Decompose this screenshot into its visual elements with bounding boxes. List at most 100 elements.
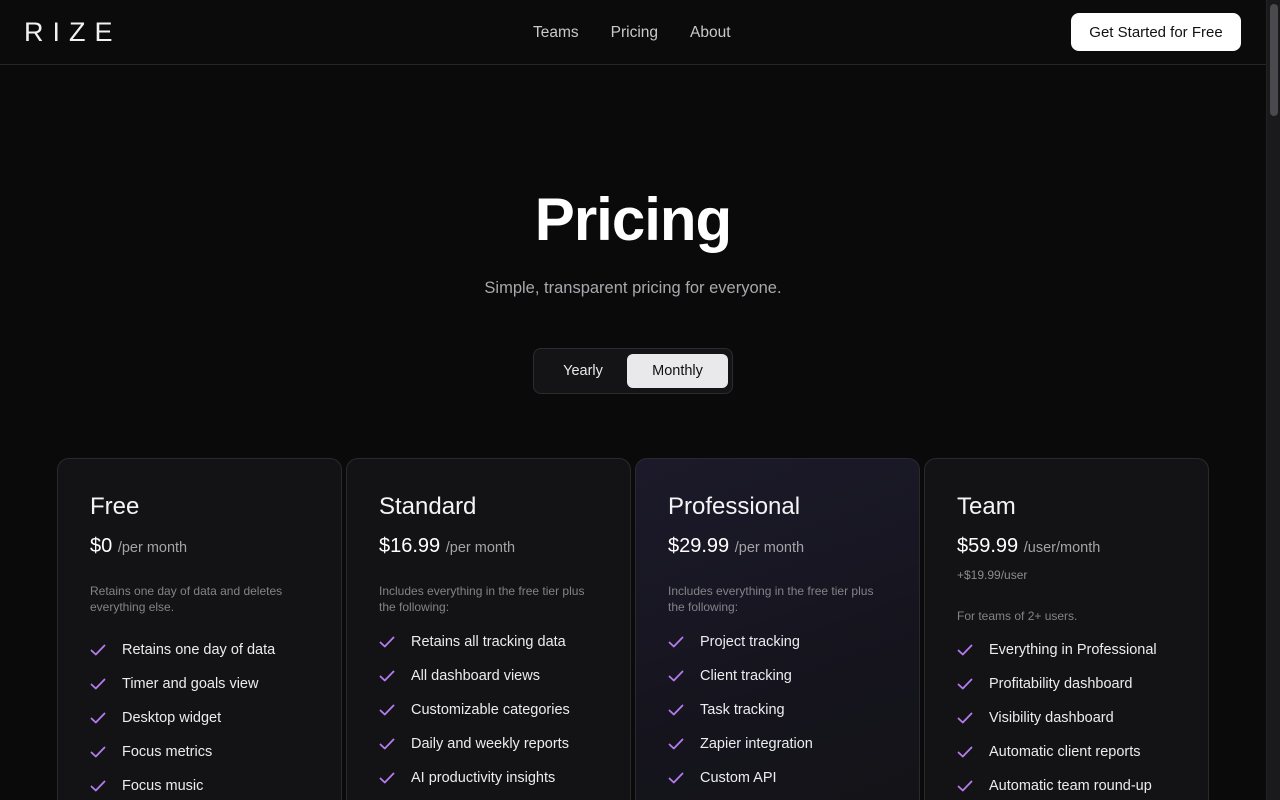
plan-card-team: Team $59.99 /user/month +$19.99/user For te… bbox=[924, 458, 1209, 800]
plan-price: $16.99 /per month bbox=[379, 535, 515, 558]
plan-feature-label: Automatic client reports bbox=[989, 744, 1141, 760]
nav-link-teams[interactable]: Teams bbox=[533, 24, 579, 42]
plan-feature-label: Task tracking bbox=[700, 702, 785, 718]
plan-feature-item: Automatic team round-up bbox=[957, 769, 1157, 800]
check-icon bbox=[90, 746, 122, 758]
plan-feature-item: Visibility dashboard bbox=[957, 701, 1157, 735]
check-icon bbox=[379, 772, 411, 784]
check-icon bbox=[668, 670, 700, 682]
billing-option-monthly[interactable]: Monthly bbox=[627, 354, 728, 388]
plan-feature-item: Focus music bbox=[90, 769, 275, 800]
plan-feature-item: Retains all tracking data bbox=[379, 625, 570, 659]
plan-price: $59.99 /user/month bbox=[957, 535, 1100, 558]
plan-feature-item: All dashboard views bbox=[379, 659, 570, 693]
plan-description: For teams of 2+ users. bbox=[957, 609, 1078, 623]
plan-feature-list: Everything in Professional Profitability … bbox=[957, 633, 1157, 800]
plan-card-professional: Professional $29.99 /per month Includes ev… bbox=[635, 458, 920, 800]
plan-price-amount: $0 bbox=[90, 535, 113, 557]
check-icon bbox=[957, 780, 989, 792]
plan-price-period: /user/month bbox=[1023, 540, 1101, 556]
plan-feature-item: Profitability dashboard bbox=[957, 667, 1157, 701]
nav-link-pricing[interactable]: Pricing bbox=[611, 24, 658, 42]
plan-feature-label: Custom API bbox=[700, 770, 777, 786]
plan-feature-item: Timer and goals view bbox=[90, 667, 275, 701]
top-nav-bar: RIZE Teams Pricing About Get Started for… bbox=[0, 0, 1266, 65]
plan-feature-label: Focus metrics bbox=[122, 744, 213, 760]
plan-extra-user-price: +$19.99/user bbox=[957, 568, 1028, 582]
check-icon bbox=[957, 644, 989, 656]
check-icon bbox=[90, 644, 122, 656]
plan-feature-label: Client tracking bbox=[700, 668, 792, 684]
plan-feature-label: Desktop widget bbox=[122, 710, 222, 726]
plan-feature-label: Zapier integration bbox=[700, 736, 813, 752]
plan-feature-label: AI productivity insights bbox=[411, 770, 556, 786]
plan-feature-item: Task tracking bbox=[668, 693, 813, 727]
plan-card-free: Free $0 /per month Retains one day of data… bbox=[57, 458, 342, 800]
main-nav: Teams Pricing About bbox=[533, 24, 731, 42]
check-icon bbox=[957, 712, 989, 724]
plan-feature-item: Automatic client reports bbox=[957, 735, 1157, 769]
plan-feature-item: Focus metrics bbox=[90, 735, 275, 769]
plan-feature-label: Automatic team round-up bbox=[989, 778, 1152, 794]
page-subtitle: Simple, transparent pricing for everyone… bbox=[484, 279, 782, 297]
plan-feature-list: Retains one day of data Timer and goals v… bbox=[90, 633, 275, 800]
check-icon bbox=[668, 738, 700, 750]
plan-feature-list: Project tracking Client tracking Task trac… bbox=[668, 625, 813, 795]
plan-feature-item: Everything in Professional bbox=[957, 633, 1157, 667]
plan-feature-label: Customizable categories bbox=[411, 702, 570, 718]
check-icon bbox=[90, 678, 122, 690]
plan-feature-label: All dashboard views bbox=[411, 668, 540, 684]
check-icon bbox=[379, 636, 411, 648]
plan-feature-item: AI productivity insights bbox=[379, 761, 570, 795]
check-icon bbox=[957, 678, 989, 690]
check-icon bbox=[90, 712, 122, 724]
plan-feature-label: Daily and weekly reports bbox=[411, 736, 569, 752]
plan-price-period: /per month bbox=[445, 540, 516, 556]
plan-description: Includes everything in the free tier plu… bbox=[379, 584, 585, 614]
rize-logo[interactable]: RIZE bbox=[24, 17, 122, 48]
plan-feature-item: Custom API bbox=[668, 761, 813, 795]
plan-price-amount: $29.99 bbox=[668, 535, 730, 557]
plan-price: $29.99 /per month bbox=[668, 535, 804, 558]
check-icon bbox=[668, 704, 700, 716]
check-icon bbox=[379, 670, 411, 682]
plan-feature-item: Zapier integration bbox=[668, 727, 813, 761]
plan-feature-label: Everything in Professional bbox=[989, 642, 1157, 658]
plan-feature-label: Timer and goals view bbox=[122, 676, 259, 692]
plan-card-standard: Standard $16.99 /per month Includes everyt… bbox=[346, 458, 631, 800]
plan-feature-label: Retains all tracking data bbox=[411, 634, 566, 650]
plan-price: $0 /per month bbox=[90, 535, 187, 558]
plan-feature-label: Retains one day of data bbox=[122, 642, 276, 658]
check-icon bbox=[668, 636, 700, 648]
plan-price-amount: $59.99 bbox=[957, 535, 1019, 557]
vertical-scrollbar[interactable] bbox=[1266, 0, 1280, 800]
plan-price-period: /per month bbox=[734, 540, 805, 556]
page: RIZE Teams Pricing About Get Started for… bbox=[0, 0, 1266, 800]
plan-description: Retains one day of data and deletes ever… bbox=[90, 584, 283, 614]
plan-feature-label: Profitability dashboard bbox=[989, 676, 1133, 692]
plan-price-period: /per month bbox=[117, 540, 188, 556]
plan-name: Standard bbox=[379, 493, 477, 520]
scrollbar-thumb[interactable] bbox=[1270, 4, 1278, 116]
plan-feature-item: Customizable categories bbox=[379, 693, 570, 727]
plan-feature-list: Retains all tracking data All dashboard v… bbox=[379, 625, 570, 795]
page-title: Pricing bbox=[534, 186, 732, 253]
plan-name: Team bbox=[957, 493, 1016, 520]
check-icon bbox=[957, 746, 989, 758]
nav-link-about[interactable]: About bbox=[690, 24, 731, 42]
plan-name: Free bbox=[90, 493, 140, 520]
plan-feature-label: Focus music bbox=[122, 778, 204, 794]
get-started-button[interactable]: Get Started for Free bbox=[1071, 13, 1241, 51]
plan-feature-item: Retains one day of data bbox=[90, 633, 275, 667]
check-icon bbox=[379, 738, 411, 750]
check-icon bbox=[379, 704, 411, 716]
plan-feature-item: Project tracking bbox=[668, 625, 813, 659]
plan-feature-item: Client tracking bbox=[668, 659, 813, 693]
plan-feature-item: Daily and weekly reports bbox=[379, 727, 570, 761]
plan-price-amount: $16.99 bbox=[379, 535, 441, 557]
plan-description: Includes everything in the free tier plu… bbox=[668, 584, 874, 614]
billing-option-yearly[interactable]: Yearly bbox=[539, 354, 627, 388]
plan-name: Professional bbox=[668, 493, 801, 520]
billing-period-toggle: Yearly Monthly bbox=[533, 348, 733, 394]
check-icon bbox=[668, 772, 700, 784]
